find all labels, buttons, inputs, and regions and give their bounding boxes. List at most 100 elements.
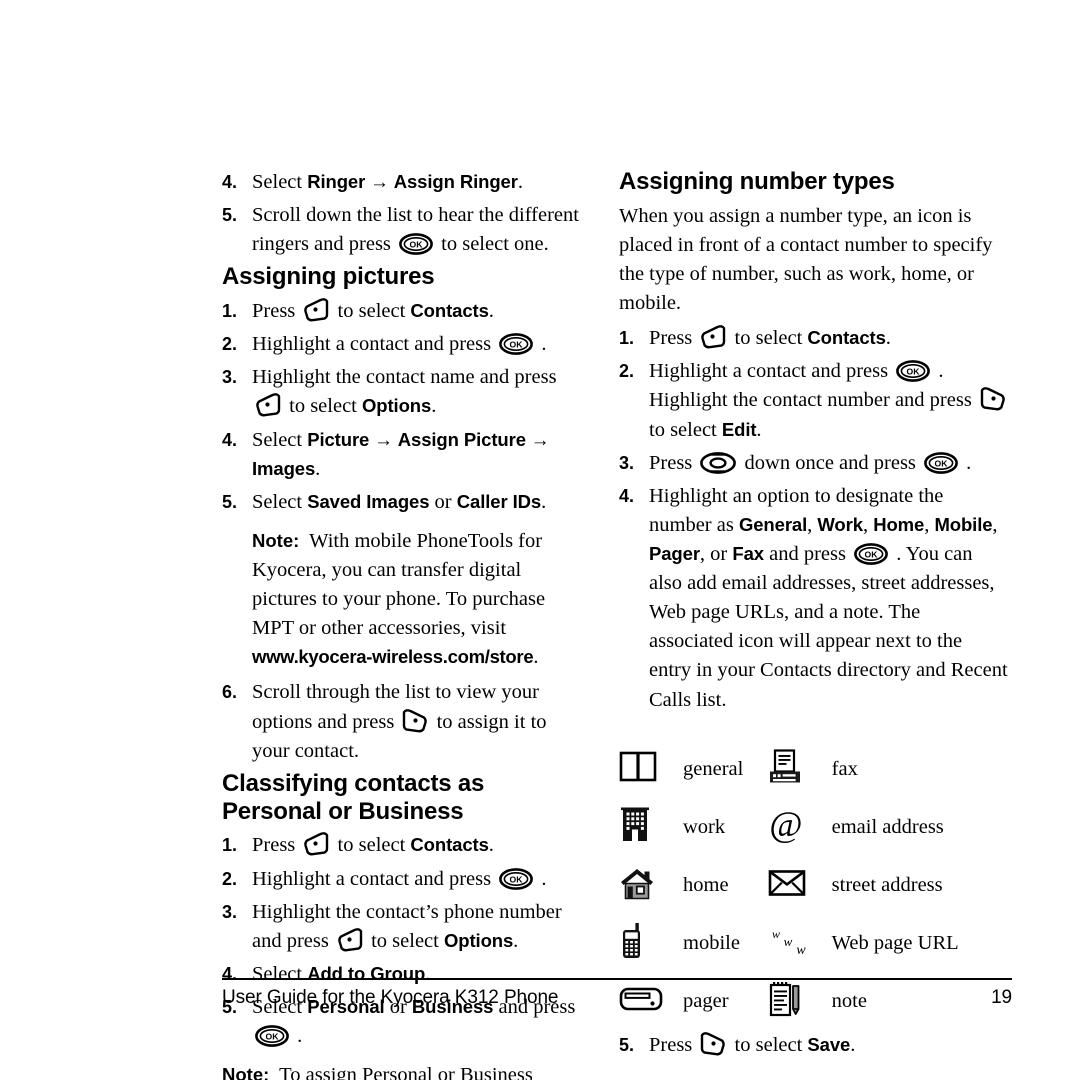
at-sign-icon: @ [768,807,804,843]
step-text: , [807,513,818,536]
legend-right-icon-cell [768,741,830,799]
step-number: 3. [222,901,238,922]
number-types-intro: When you assign a number type, an icon i… [619,204,993,315]
step-text: and press [763,543,852,566]
assigning-pictures-heading: Assigning pictures [222,263,435,291]
ui-term: Caller IDs [456,490,542,512]
svg-text:OK: OK [266,1032,280,1042]
www-icon: www [768,926,812,956]
ok-key: OK [854,543,888,565]
right-softkey [700,1031,726,1056]
left-softkey [303,832,329,856]
legend-left-icon-cell [619,857,681,915]
footer-title: User Guide for the Kyocera K312 Phone [222,987,559,1008]
step-text: Press [649,327,698,350]
svg-text:OK: OK [935,458,949,468]
step-text: Highlight the contact name and press [252,366,557,389]
legend-left-label: home [683,874,729,897]
ui-term: Picture [307,428,370,450]
ui-term: Ringer [307,171,366,192]
legend-row: general fax [619,741,1009,799]
step-text: . [292,1025,303,1048]
numbered-step: 5. Press to select Save. [619,1031,1009,1060]
svg-text:OK: OK [510,874,524,884]
svg-text:OK: OK [907,367,921,377]
ui-term: Pager [649,543,700,565]
arrow-separator: → [365,172,394,193]
step-text: or [429,490,457,513]
step-text: , or [699,543,733,566]
step-text: Highlight a contact and press [649,360,894,383]
step-text: . [517,171,523,193]
footer-page-number: 19 [991,987,1012,1008]
legend-left-label: work [683,816,726,839]
ok-key: OK [499,867,534,890]
numbered-step: 2. Highlight a contact and press OK . [222,865,587,894]
fax-icon [768,749,802,785]
manual-page: 4. Select Ringer → Assign Ringer. 5. Scroll… [0,0,1080,1080]
step-number: 5. [222,491,238,512]
ui-term: Assign Picture [397,428,526,450]
ok-key: OK [896,360,931,383]
step-text: Press [252,300,301,323]
step-number: 3. [222,367,238,388]
step-text: . [488,300,494,323]
svg-text:@: @ [769,807,802,843]
step-text: , [862,513,874,536]
numbered-step: 5. Scroll down the list to hear the diffe… [222,201,587,259]
legend-row: home street address [619,857,1009,915]
step-text: to select [332,300,411,323]
ui-term: Saved Images [307,490,430,512]
svg-text:OK: OK [510,340,524,350]
classifying-contacts-heading: Classifying contacts as Personal or Busi… [222,769,485,825]
step-text: to select [649,418,722,441]
svg-text:w: w [796,943,806,956]
ui-term: Mobile [934,513,993,535]
right-softkey [402,708,428,733]
step-number: 2. [222,334,238,355]
work-icon [619,807,651,843]
numbered-step: 4. Select Ringer → Assign Ringer. [222,168,587,197]
svg-text:w: w [772,927,780,941]
step-text: Press [649,451,698,474]
step-text: Highlight a contact and press [252,333,497,356]
arrow-separator: → [369,429,398,451]
numbered-step: 2. Highlight a contact and press OK . Hig… [619,357,1009,444]
step-text: Press [252,834,301,857]
note-label: Note: [222,1064,270,1080]
numbered-step: 1. Press to select Contacts. [222,831,587,860]
left-softkey [700,325,726,349]
assigning-number-types-heading: Assigning number types [619,168,895,195]
step-number: 2. [619,361,635,382]
legend-left-icon-cell [619,799,681,857]
step-text: . [513,929,519,952]
ui-term: General [738,513,808,535]
ui-term: Contacts [410,300,489,322]
classifying-steps-list: 1. Press to select Contacts. 2. Highlight a… [222,831,587,1051]
page-footer: User Guide for the Kyocera K312 Phone 19 [222,978,1012,1009]
numbered-step: 6. Scroll through the list to view your o… [222,678,587,765]
step-number: 4. [619,485,635,506]
legend-left-label: general [683,758,744,781]
legend-right-icon-cell [768,857,830,915]
numbered-step: 3. Highlight the contact name and press t… [222,363,587,421]
left-softkey [303,298,329,322]
ui-term: Home [873,513,925,535]
ok-key: OK [499,333,534,356]
step-text: to select [729,1033,808,1056]
legend-right-label: Web page URL [831,932,959,955]
legend-right-label: street address [831,874,943,897]
svg-text:w: w [783,934,792,949]
note-label: Note: [252,529,300,551]
ok-key: OK [399,233,433,256]
right-column: Assigning number types When you assign a… [619,168,1009,1056]
nav-key [700,451,737,474]
step-text: Highlight a contact and press [252,867,497,890]
legend-right-label: email address [831,816,944,839]
step-text: . [533,646,539,669]
step-number: 1. [222,301,238,322]
step-text: down once and press [739,451,922,474]
numbered-step: 5. Select Saved Images or Caller IDs. [222,488,587,517]
step-number: 6. [222,682,238,703]
step-text: Select [252,490,308,513]
